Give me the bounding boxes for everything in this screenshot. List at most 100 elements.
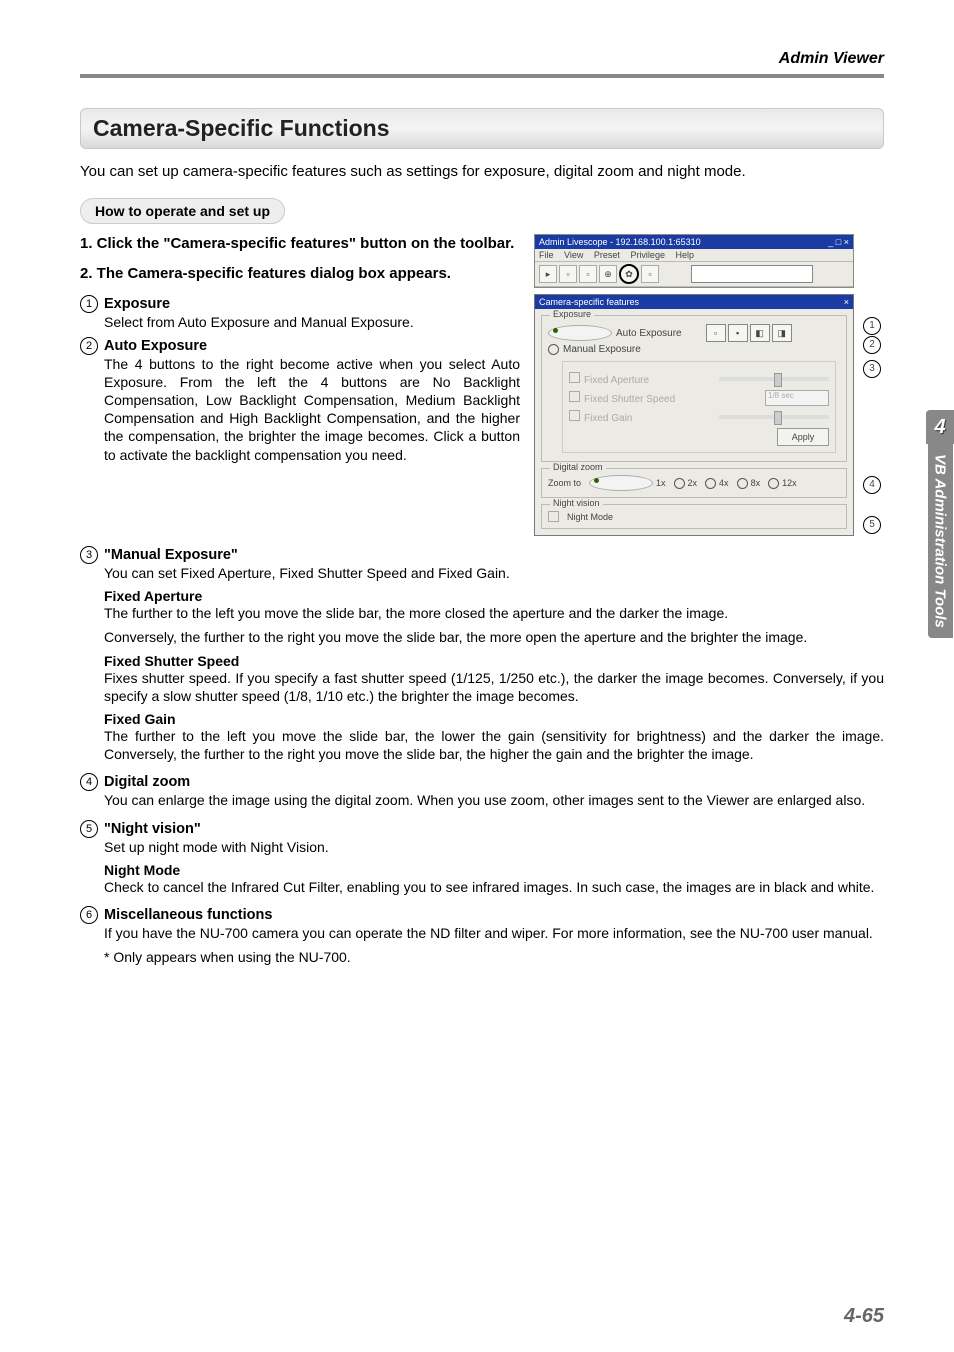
- zoom-to-label: Zoom to: [548, 478, 581, 488]
- fixed-aperture-label: Fixed Aperture: [584, 375, 649, 386]
- step-2: 2. The Camera-specific features dialog b…: [80, 264, 520, 284]
- item-6-note: * Only appears when using the NU-700.: [104, 948, 884, 966]
- zoom-1x-label: 1x: [656, 478, 666, 488]
- zoom-group-label: Digital zoom: [550, 462, 606, 472]
- fixed-shutter-label: Fixed Shutter Speed: [584, 394, 675, 405]
- blc-low-button[interactable]: ▪: [728, 324, 748, 342]
- main-title: Admin Livescope - 192.168.100.1:65310: [539, 237, 701, 247]
- zoom-1x[interactable]: [589, 475, 653, 491]
- item-5-head: 5 "Night vision": [80, 820, 884, 838]
- item-4-title: Digital zoom: [104, 774, 190, 790]
- apply-button[interactable]: Apply: [777, 428, 829, 446]
- exposure-group-label: Exposure: [550, 309, 594, 319]
- menu-file[interactable]: File: [539, 250, 554, 260]
- zoom-12x[interactable]: [768, 478, 779, 489]
- fixed-shutter-h: Fixed Shutter Speed: [104, 653, 884, 669]
- step-1: 1. Click the "Camera-specific features" …: [80, 234, 520, 254]
- blc-med-button[interactable]: ◧: [750, 324, 770, 342]
- dialog-titlebar: Camera-specific features ×: [535, 295, 853, 309]
- dialog-close[interactable]: ×: [844, 297, 849, 307]
- callout-2: 2: [863, 336, 881, 354]
- menu-view[interactable]: View: [564, 250, 583, 260]
- window-controls[interactable]: _ □ ×: [828, 237, 849, 247]
- menu-preset[interactable]: Preset: [594, 250, 620, 260]
- main-window: Admin Livescope - 192.168.100.1:65310 _ …: [534, 234, 854, 288]
- callout-3: 3: [863, 360, 881, 378]
- zoom-8x[interactable]: [737, 478, 748, 489]
- chk-fixed-shutter[interactable]: [569, 391, 580, 402]
- item-2-head: 2 Auto Exposure: [80, 337, 520, 355]
- item-4-body: You can enlarge the image using the digi…: [104, 791, 884, 809]
- tb-btn-3[interactable]: ▫: [579, 265, 597, 283]
- toolbar-dropdown[interactable]: [691, 265, 813, 283]
- blc-high-button[interactable]: ◨: [772, 324, 792, 342]
- menu-privilege[interactable]: Privilege: [630, 250, 665, 260]
- tb-btn-4[interactable]: ⊕: [599, 265, 617, 283]
- fixed-gain-h: Fixed Gain: [104, 711, 884, 727]
- item-6-title: Miscellaneous functions: [104, 907, 272, 923]
- zoom-group: Digital zoom Zoom to 1x 2x 4x 8x 12x: [541, 468, 847, 498]
- item-3-head: 3"Manual Exposure": [80, 546, 884, 564]
- item-1-title: Exposure: [104, 295, 170, 311]
- fixed-aperture-p2: Conversely, the further to the right you…: [104, 628, 884, 646]
- section-title: Camera-Specific Functions: [93, 115, 871, 142]
- menubar[interactable]: File View Preset Privilege Help: [535, 249, 853, 262]
- toolbar: ▸ ▫ ▫ ⊕ ✿ ▫: [535, 262, 853, 287]
- bullet-2: 2: [80, 337, 98, 355]
- exposure-group: Exposure Auto Exposure ▫ ▪ ◧ ◨ Manual Ex…: [541, 315, 847, 462]
- menu-help[interactable]: Help: [675, 250, 694, 260]
- night-mode-h: Night Mode: [104, 862, 884, 878]
- chk-night-mode[interactable]: [548, 511, 559, 522]
- zoom-2x[interactable]: [674, 478, 685, 489]
- fixed-gain-label: Fixed Gain: [584, 413, 632, 424]
- chk-fixed-gain[interactable]: [569, 410, 580, 421]
- bullet-5: 5: [80, 820, 98, 838]
- item-2-title: Auto Exposure: [104, 338, 207, 354]
- night-mode-label: Night Mode: [567, 512, 613, 522]
- tb-btn-1[interactable]: ▸: [539, 265, 557, 283]
- howto-pill: How to operate and set up: [80, 198, 285, 224]
- item-1-head: 1Exposure: [80, 295, 520, 313]
- main-titlebar: Admin Livescope - 192.168.100.1:65310 _ …: [535, 235, 853, 249]
- bullet-3: 3: [80, 546, 98, 564]
- callout-1: 1: [863, 317, 881, 335]
- intro-text: You can set up camera-specific features …: [80, 163, 884, 180]
- fixed-aperture-p1: The further to the left you move the sli…: [104, 604, 884, 622]
- blc-none-button[interactable]: ▫: [706, 324, 726, 342]
- item-2-body: The 4 buttons to the right become active…: [104, 355, 520, 464]
- fixed-gain-p: The further to the left you move the sli…: [104, 727, 884, 763]
- callout-4: 4: [863, 476, 881, 494]
- camera-specific-button[interactable]: ✿: [619, 264, 639, 284]
- item-5-lead: Set up night mode with Night Vision.: [104, 838, 884, 856]
- callouts: 1 2 3 4 5: [863, 317, 881, 534]
- shutter-select[interactable]: 1/8 sec: [765, 390, 829, 406]
- item-6-body: If you have the NU-700 camera you can op…: [104, 924, 884, 942]
- dialog-title: Camera-specific features: [539, 297, 639, 307]
- bullet-4: 4: [80, 773, 98, 791]
- aperture-slider[interactable]: [719, 377, 829, 381]
- item-3-lead: You can set Fixed Aperture, Fixed Shutte…: [104, 564, 884, 582]
- radio-manual-exposure[interactable]: [548, 344, 559, 355]
- page-number: 4-65: [844, 1305, 884, 1328]
- fixed-aperture-h: Fixed Aperture: [104, 588, 884, 604]
- section-title-bar: Camera-Specific Functions: [80, 108, 884, 149]
- night-group-label: Night vision: [550, 498, 603, 508]
- night-mode-p: Check to cancel the Infrared Cut Filter,…: [104, 878, 884, 896]
- dialog-window: Camera-specific features × Exposure Auto…: [534, 294, 854, 536]
- zoom-2x-label: 2x: [688, 478, 698, 488]
- manual-exposure-label: Manual Exposure: [563, 344, 641, 355]
- item-4-head: 4 Digital zoom: [80, 773, 884, 791]
- item-1-body: Select from Auto Exposure and Manual Exp…: [104, 313, 520, 331]
- chk-fixed-aperture[interactable]: [569, 372, 580, 383]
- gain-slider[interactable]: [719, 415, 829, 419]
- tb-btn-2[interactable]: ▫: [559, 265, 577, 283]
- item-6-head: 6 Miscellaneous functions: [80, 906, 884, 924]
- tb-btn-6[interactable]: ▫: [641, 265, 659, 283]
- item-5-title: "Night vision": [104, 820, 201, 836]
- bullet-6: 6: [80, 906, 98, 924]
- side-tab: 4 VB Administration Tools: [926, 410, 954, 638]
- radio-auto-exposure[interactable]: [548, 325, 612, 341]
- fixed-shutter-p: Fixes shutter speed. If you specify a fa…: [104, 669, 884, 705]
- tab-text: VB Administration Tools: [928, 444, 953, 638]
- zoom-4x[interactable]: [705, 478, 716, 489]
